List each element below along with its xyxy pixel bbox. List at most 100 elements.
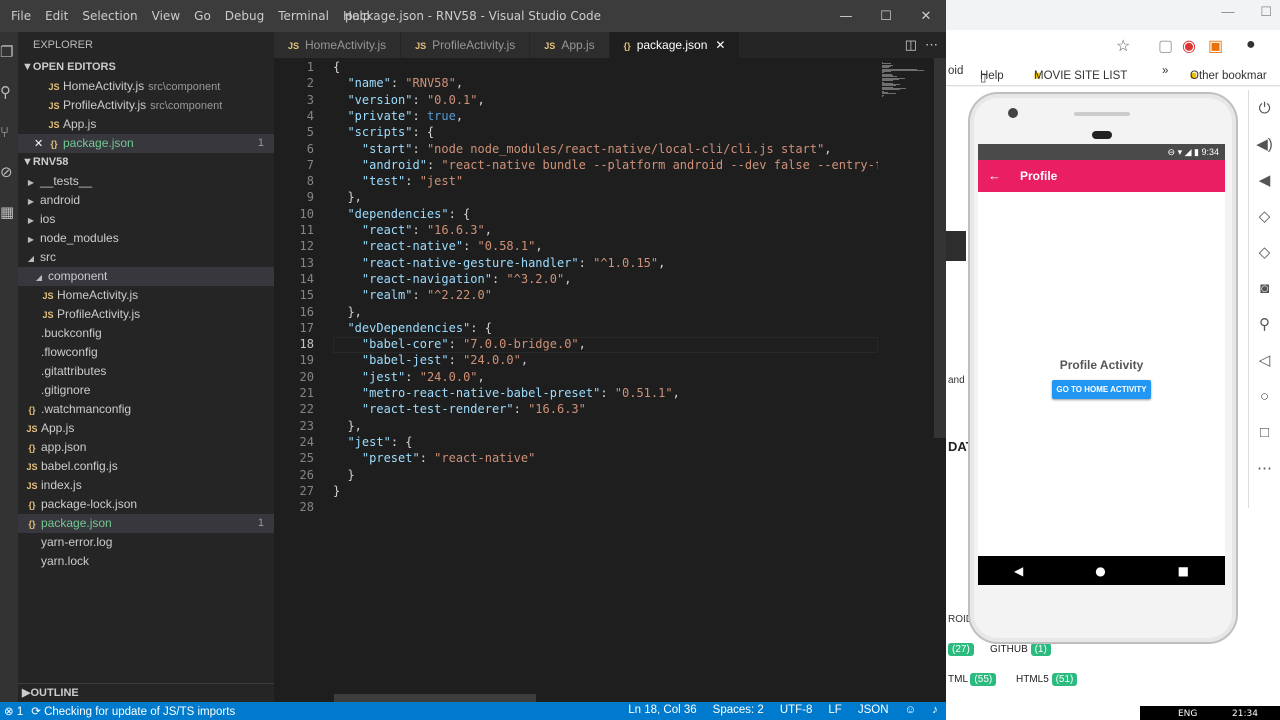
file-item[interactable]: yarn.lock [18,552,274,571]
files-icon[interactable]: ❐ [0,32,18,72]
language-mode[interactable]: JSON [858,704,889,716]
more-actions-icon[interactable]: ⋯ [925,37,938,53]
bookmark-item[interactable]: oid [948,65,963,77]
maximize-button[interactable]: ☐ [1260,4,1272,20]
file-item[interactable]: .flowconfig [18,343,274,362]
tag-pill[interactable]: TML (55) [948,673,997,686]
open-editor-item[interactable]: JS ProfileActivity.js src\component [18,96,274,115]
home-icon[interactable]: ○ [1249,378,1280,414]
horizontal-scrollbar[interactable] [334,694,536,702]
profile-icon[interactable]: ● [1246,36,1256,54]
code-editor[interactable]: 1 {2 "name": "RNV58", 3 "version": "0.0.1"… [274,58,933,702]
language-indicator[interactable]: ENG [1178,709,1197,719]
nav-recents-icon[interactable]: ■ [1178,564,1189,578]
file-item[interactable]: JS babel.config.js [18,457,274,476]
minimize-button[interactable]: — [1221,4,1234,20]
debug-icon[interactable]: ⊘ [0,152,18,192]
menu-edit[interactable]: Edit [38,9,75,23]
split-editor-icon[interactable]: ◫ [905,37,917,53]
outline-section[interactable]: ▶OUTLINE [18,683,274,702]
extension-icon[interactable]: ◉ [1182,36,1196,56]
camera-icon[interactable]: ◙ [1249,270,1280,306]
phone-speaker [1074,112,1130,116]
folder-item[interactable]: ◢ component [18,267,274,286]
rotate-right-icon[interactable]: ◇ [1249,234,1280,270]
tag-pill[interactable]: GITHUB (1) [990,643,1051,656]
file-item[interactable]: .gitattributes [18,362,274,381]
file-item[interactable]: JS index.js [18,476,274,495]
menu-selection[interactable]: Selection [75,9,144,23]
tab-profile-activity[interactable]: JS ProfileActivity.js [401,32,531,58]
power-icon[interactable]: ⏻ [1249,90,1280,126]
file-item[interactable]: {} package-lock.json [18,495,274,514]
tag-pill[interactable]: HTML5 (51) [1016,673,1078,686]
feedback-icon[interactable]: ☺ [905,704,917,716]
code-line: "test": "jest" [361,174,464,189]
problems-indicator[interactable]: ⊗ 1 [4,704,23,718]
menu-debug[interactable]: Debug [218,9,271,23]
file-item[interactable]: .buckconfig [18,324,274,343]
go-to-home-button[interactable]: GO TO HOME ACTIVITY [1052,380,1151,399]
zoom-icon[interactable]: ⚲ [1249,306,1280,342]
menu-help[interactable]: Help [336,9,377,23]
overview-icon[interactable]: □ [1249,414,1280,450]
project-section[interactable]: ▼RNV58 [18,153,274,172]
code-line: "android": "react-native bundle --platfo… [361,157,933,172]
source-control-icon[interactable]: ⑂ [0,112,18,152]
file-item[interactable]: {} .watchmanconfig [18,400,274,419]
folder-item[interactable]: ◢ src [18,248,274,267]
tab-app[interactable]: JS App.js [530,32,610,58]
encoding[interactable]: UTF-8 [780,704,813,716]
vertical-scrollbar[interactable] [934,58,946,438]
file-item[interactable]: {} package.json 1 [18,514,274,533]
bell-icon[interactable]: ♪ [932,704,938,716]
more-icon[interactable]: ⋯ [1249,450,1280,486]
menu-file[interactable]: File [4,9,38,23]
clock[interactable]: 21:34 [1232,709,1258,719]
nav-home-icon[interactable]: ● [1095,564,1105,578]
extensions-icon[interactable]: ▦ [0,192,18,232]
volume-down-icon[interactable]: ◀ [1249,162,1280,198]
folder-item[interactable]: ▶ __tests__ [18,172,274,191]
menu-view[interactable]: View [145,9,187,23]
star-icon[interactable]: ☆ [1116,36,1130,56]
indentation[interactable]: Spaces: 2 [713,704,764,716]
search-icon[interactable]: ⚲ [0,72,18,112]
extension-icon[interactable]: ▣ [1208,36,1223,56]
folder-item[interactable]: ▶ node_modules [18,229,274,248]
line-number: 3 [306,92,314,107]
back-icon[interactable]: ◁ [1249,342,1280,378]
open-editor-item[interactable]: ✕{} package.json 1 [18,134,274,153]
file-item[interactable]: JS HomeActivity.js [18,286,274,305]
minimize-button[interactable]: — [826,0,866,32]
cursor-position[interactable]: Ln 18, Col 36 [628,704,696,716]
rotate-left-icon[interactable]: ◇ [1249,198,1280,234]
open-editor-item[interactable]: JS App.js [18,115,274,134]
file-item[interactable]: JS ProfileActivity.js [18,305,274,324]
open-editors-section[interactable]: ▼OPEN EDITORS [18,58,274,77]
open-editor-item[interactable]: JS HomeActivity.js src\component [18,77,274,96]
folder-item[interactable]: ▶ ios [18,210,274,229]
nav-back-icon[interactable]: ◀ [1014,564,1023,578]
close-tab-icon[interactable]: ✕ [715,38,725,52]
menu-terminal[interactable]: Terminal [271,9,336,23]
maximize-button[interactable]: ☐ [866,0,906,32]
volume-up-icon[interactable]: ◀) [1249,126,1280,162]
menu-go[interactable]: Go [187,9,218,23]
close-icon[interactable]: ✕ [34,135,48,154]
tab-package-json[interactable]: {} package.json ✕ [609,32,741,58]
back-arrow-icon[interactable]: ← [988,168,1001,183]
extension-icon[interactable]: ▢ [1158,36,1173,56]
file-item[interactable]: JS App.js [18,419,274,438]
line-ending[interactable]: LF [828,704,841,716]
folder-item[interactable]: ▶ android [18,191,274,210]
file-item[interactable]: .gitignore [18,381,274,400]
screen-root: File Edit Selection View Go Debug Termin… [0,0,1280,720]
tree-item-label: App.js [41,421,75,435]
close-button[interactable]: ✕ [906,0,946,32]
tag-pill[interactable]: (27) [948,643,974,656]
bookmarks-overflow[interactable]: » [1162,65,1168,77]
tab-home-activity[interactable]: JS HomeActivity.js [274,32,402,58]
file-item[interactable]: {} app.json [18,438,274,457]
file-item[interactable]: yarn-error.log [18,533,274,552]
